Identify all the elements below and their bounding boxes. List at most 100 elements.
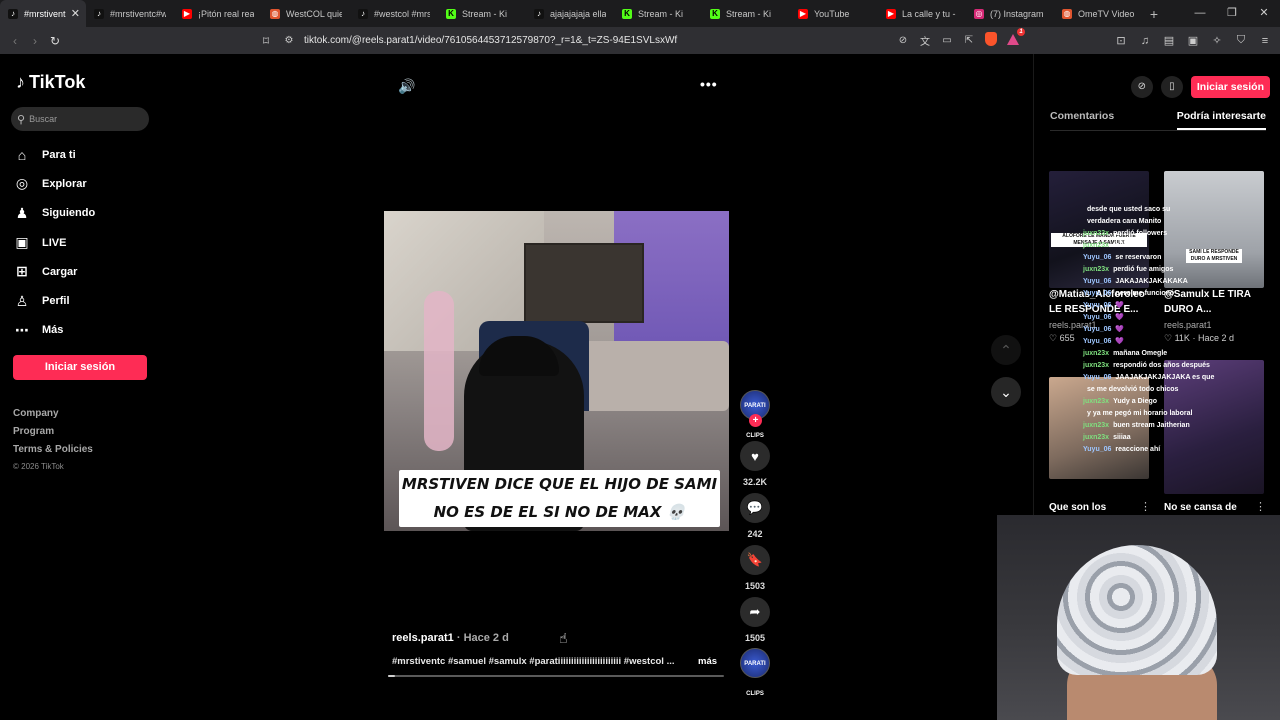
- browser-extensions: ⊡ ♫ ▤ ▣ ✧ ⛉ ≡: [1112, 27, 1274, 54]
- like-action[interactable]: ♥ 32.2K: [740, 441, 770, 487]
- translate-icon[interactable]: 文: [918, 33, 932, 48]
- close-window-button[interactable]: ✕: [1248, 0, 1280, 27]
- next-video-button[interactable]: ⌄: [991, 377, 1021, 407]
- nav-item-para-ti[interactable]: ⌂ Para ti: [14, 140, 154, 169]
- nav-item-más[interactable]: ⋯ Más: [14, 316, 154, 345]
- browser-tab[interactable]: ◍ WestCOL quien: [262, 0, 350, 27]
- bookmark-icon[interactable]: 🔖: [740, 545, 770, 575]
- previous-video-button[interactable]: ⌃: [991, 335, 1021, 365]
- minimize-button[interactable]: —: [1184, 0, 1216, 27]
- menu-icon[interactable]: ≡: [1256, 35, 1274, 47]
- browser-tab[interactable]: ▶ YouTube: [790, 0, 878, 27]
- chat-line: Yuyu_06 reaccione ahí: [1083, 444, 1233, 456]
- nav-item-cargar[interactable]: ⊞ Cargar: [14, 257, 154, 286]
- kebab-icon[interactable]: ⋮: [1140, 500, 1151, 513]
- media-icon[interactable]: ♫: [1136, 35, 1154, 47]
- sidebar-icon[interactable]: ▤: [1160, 34, 1178, 47]
- search-box[interactable]: ⚲: [11, 107, 149, 131]
- footer-program-link[interactable]: Program: [13, 426, 93, 444]
- more-options-icon[interactable]: •••: [700, 76, 718, 92]
- recommendation-title-4[interactable]: No se cansa de: [1164, 500, 1264, 515]
- back-button[interactable]: ‹: [5, 34, 25, 48]
- video-player[interactable]: MRSTIVEN DICE QUE EL HIJO DE SAMI NO ES …: [384, 211, 729, 531]
- volume-icon[interactable]: 🔊: [398, 78, 415, 95]
- leo-ai-icon[interactable]: ✧: [1208, 34, 1226, 47]
- browser-tab-bar: ♪ #mrstivent ✕ ♪ #mrstiventc#w ▶ ¡Pitón real r…: [0, 0, 1280, 27]
- browser-tab[interactable]: ◍ OmeTV Video (: [1054, 0, 1142, 27]
- sound-avatar[interactable]: PARATI CLIPS: [740, 648, 770, 697]
- author-name[interactable]: reels.parat1: [392, 632, 454, 644]
- browser-tab[interactable]: ♪ #westcol #mrst: [350, 0, 438, 27]
- chat-message: desde que usted saco su: [1087, 206, 1171, 213]
- tab-recommended[interactable]: Podría interesarte: [1176, 110, 1266, 130]
- tiktok-logo[interactable]: ♪ TikTok: [16, 72, 85, 93]
- webcam-overlay: [997, 515, 1280, 720]
- chat-message: 💜: [1115, 338, 1125, 345]
- nav-item-explorar[interactable]: ◎ Explorar: [14, 169, 154, 198]
- heart-icon[interactable]: ♥: [740, 441, 770, 471]
- chat-message: perdió followers: [1113, 230, 1168, 237]
- like-count: 32.2K: [742, 477, 768, 487]
- new-tab-button[interactable]: +: [1142, 6, 1166, 22]
- browser-tab[interactable]: ♪ #mrstivent ✕: [0, 0, 86, 27]
- reload-button[interactable]: ↻: [45, 34, 65, 48]
- browser-tab[interactable]: K Stream - Ki: [614, 0, 702, 27]
- url-bar-actions: ⊘ 文 ▭ ⇱ 1: [896, 27, 1025, 50]
- search-input[interactable]: [29, 114, 140, 124]
- close-tab-icon[interactable]: ✕: [71, 7, 80, 20]
- follow-button[interactable]: +: [749, 414, 762, 427]
- chat-line: Yuyu_06 💜: [1083, 300, 1233, 312]
- video-progress-bar[interactable]: [388, 675, 724, 677]
- chat-line: Yuyu_06 se reservaron: [1083, 252, 1233, 264]
- site-settings-icon[interactable]: ⚙: [280, 35, 298, 46]
- video-scene-sofa: [584, 341, 729, 411]
- share-action[interactable]: ➦ 1505: [740, 597, 770, 643]
- browser-tab[interactable]: K Stream - Ki: [438, 0, 526, 27]
- footer-terms-link[interactable]: Terms & Policies: [13, 444, 93, 462]
- tab-label: #mrstivent: [24, 8, 66, 19]
- chat-message: perdió fue amigos: [1113, 266, 1174, 273]
- forward-button[interactable]: ›: [25, 34, 45, 48]
- maximize-button[interactable]: ❐: [1216, 0, 1248, 27]
- comment-action[interactable]: 💬 242: [740, 493, 770, 539]
- screenshot-icon[interactable]: ⊡: [1112, 34, 1130, 47]
- kebab-icon[interactable]: ⋮: [1255, 500, 1266, 513]
- nav-item-label: Más: [42, 324, 64, 337]
- footer-company-link[interactable]: Company: [13, 408, 93, 426]
- browser-tab[interactable]: K Stream - Ki: [702, 0, 790, 27]
- share-icon[interactable]: ⇱: [962, 35, 976, 46]
- comment-icon[interactable]: 💬: [740, 493, 770, 523]
- login-button[interactable]: Iniciar sesión: [13, 355, 147, 380]
- browser-tab[interactable]: ♪ #mrstiventc#w: [86, 0, 174, 27]
- chat-line: juxn23x respondió dos años después: [1083, 360, 1233, 372]
- recommendation-title-3[interactable]: Que son los: [1049, 500, 1149, 515]
- nav-item-live[interactable]: ▣ LIVE: [14, 228, 154, 257]
- more-link[interactable]: más: [698, 656, 717, 667]
- nav-item-siguiendo[interactable]: ♟ Siguiendo: [14, 199, 154, 228]
- no-track-icon[interactable]: ⊘: [896, 35, 910, 46]
- vpn-icon[interactable]: ⛉: [1232, 34, 1250, 47]
- video-scene-frame: [524, 243, 644, 323]
- browser-tab[interactable]: ▶ ¡Pitón real reac: [174, 0, 262, 27]
- compass-icon[interactable]: ⊘: [1130, 76, 1153, 98]
- chat-username: Yuyu_06: [1083, 338, 1112, 345]
- browser-tab[interactable]: ♪ ajajajajaja ella: [526, 0, 614, 27]
- brave-rewards-icon[interactable]: 1: [1006, 27, 1025, 48]
- tab-label: Stream - Ki: [726, 8, 772, 19]
- cast-icon[interactable]: ▭: [940, 35, 954, 46]
- url-bar[interactable]: ⚙ tiktok.com/@reels.parat1/video/7610564…: [280, 27, 1025, 50]
- tab-comments[interactable]: Comentarios: [1050, 110, 1114, 130]
- wallet-icon[interactable]: ▣: [1184, 34, 1202, 47]
- right-login-button[interactable]: Iniciar sesión: [1190, 76, 1270, 98]
- video-hashtags[interactable]: #mrstiventc #samuel #samulx #paratiiiiii…: [392, 656, 692, 667]
- tab-strip: ♪ #mrstivent ✕ ♪ #mrstiventc#w ▶ ¡Pitón real r…: [0, 0, 1142, 27]
- nav-item-perfil[interactable]: ♙ Perfil: [14, 286, 154, 315]
- url-text[interactable]: tiktok.com/@reels.parat1/video/761056445…: [304, 35, 677, 46]
- save-action[interactable]: 🔖 1503: [740, 545, 770, 591]
- bookmark-icon[interactable]: ⌑: [256, 34, 276, 48]
- brave-shield-icon[interactable]: [984, 32, 998, 49]
- phone-icon[interactable]: ▯: [1160, 76, 1183, 98]
- browser-tab[interactable]: ◎ (7) Instagram: [966, 0, 1054, 27]
- browser-tab[interactable]: ▶ La calle y tu - M: [878, 0, 966, 27]
- share-arrow-icon[interactable]: ➦: [740, 597, 770, 627]
